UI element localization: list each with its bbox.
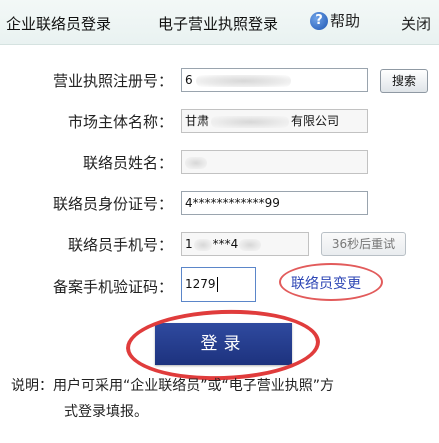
- redacted-blur: [193, 238, 212, 251]
- contact-name-field: [181, 150, 368, 174]
- redacted-blur: [211, 115, 290, 128]
- instructions-note: 说明：用户可采用“企业联络员”或“电子营业执照”方 式登录填报。: [11, 373, 421, 425]
- contact-change-link[interactable]: 联络员变更: [291, 273, 361, 293]
- search-button[interactable]: 搜索: [380, 69, 428, 93]
- entity-name-field: 甘肃 有限公司: [181, 109, 368, 133]
- id-number-input[interactable]: 4************99: [181, 191, 368, 215]
- redacted-blur: [195, 74, 291, 87]
- sms-code-value: 1279: [185, 277, 216, 291]
- redacted-blur: [239, 238, 262, 251]
- entity-name-label: 市场主体名称：: [67, 113, 173, 131]
- note-line-1: 说明：用户可采用“企业联络员”或“电子营业执照”方: [11, 378, 335, 394]
- entity-name-end: 有限公司: [291, 114, 340, 128]
- help-icon: ?: [310, 11, 328, 30]
- phone-value-start: 1: [185, 237, 193, 251]
- id-number-label: 联络员身份证号：: [52, 195, 173, 213]
- phone-field: 1 ***4: [181, 232, 309, 256]
- phone-value-mid: ***4: [212, 237, 239, 251]
- redacted-blur: [185, 156, 207, 169]
- close-link[interactable]: 关闭: [401, 13, 431, 34]
- annotation-circle-login: [124, 306, 322, 384]
- contact-name-label: 联络员姓名：: [82, 154, 173, 172]
- help-label: 帮助: [330, 12, 361, 30]
- resend-code-button[interactable]: 36秒后重试: [321, 232, 406, 256]
- phone-label: 联络员手机号：: [67, 236, 173, 254]
- reg-no-input[interactable]: 6: [181, 68, 368, 92]
- note-line-2: 式登录填报。: [64, 404, 148, 420]
- reg-no-label: 营业执照注册号：: [52, 72, 173, 90]
- text-cursor: [216, 277, 218, 292]
- header-bar: 企业联络员登录 电子营业执照登录 ? 帮助 关闭: [0, 0, 439, 45]
- reg-no-value: 6: [185, 73, 193, 87]
- tab-e-license-login[interactable]: 电子营业执照登录: [158, 13, 278, 34]
- help-link[interactable]: ? 帮助: [310, 10, 360, 31]
- sms-code-label: 备案手机验证码：: [52, 278, 173, 296]
- id-number-value: 4************99: [185, 196, 280, 210]
- sms-code-input[interactable]: 1279: [181, 267, 256, 302]
- entity-name-start: 甘肃: [185, 114, 210, 128]
- tab-company-contact-login[interactable]: 企业联络员登录: [6, 13, 111, 34]
